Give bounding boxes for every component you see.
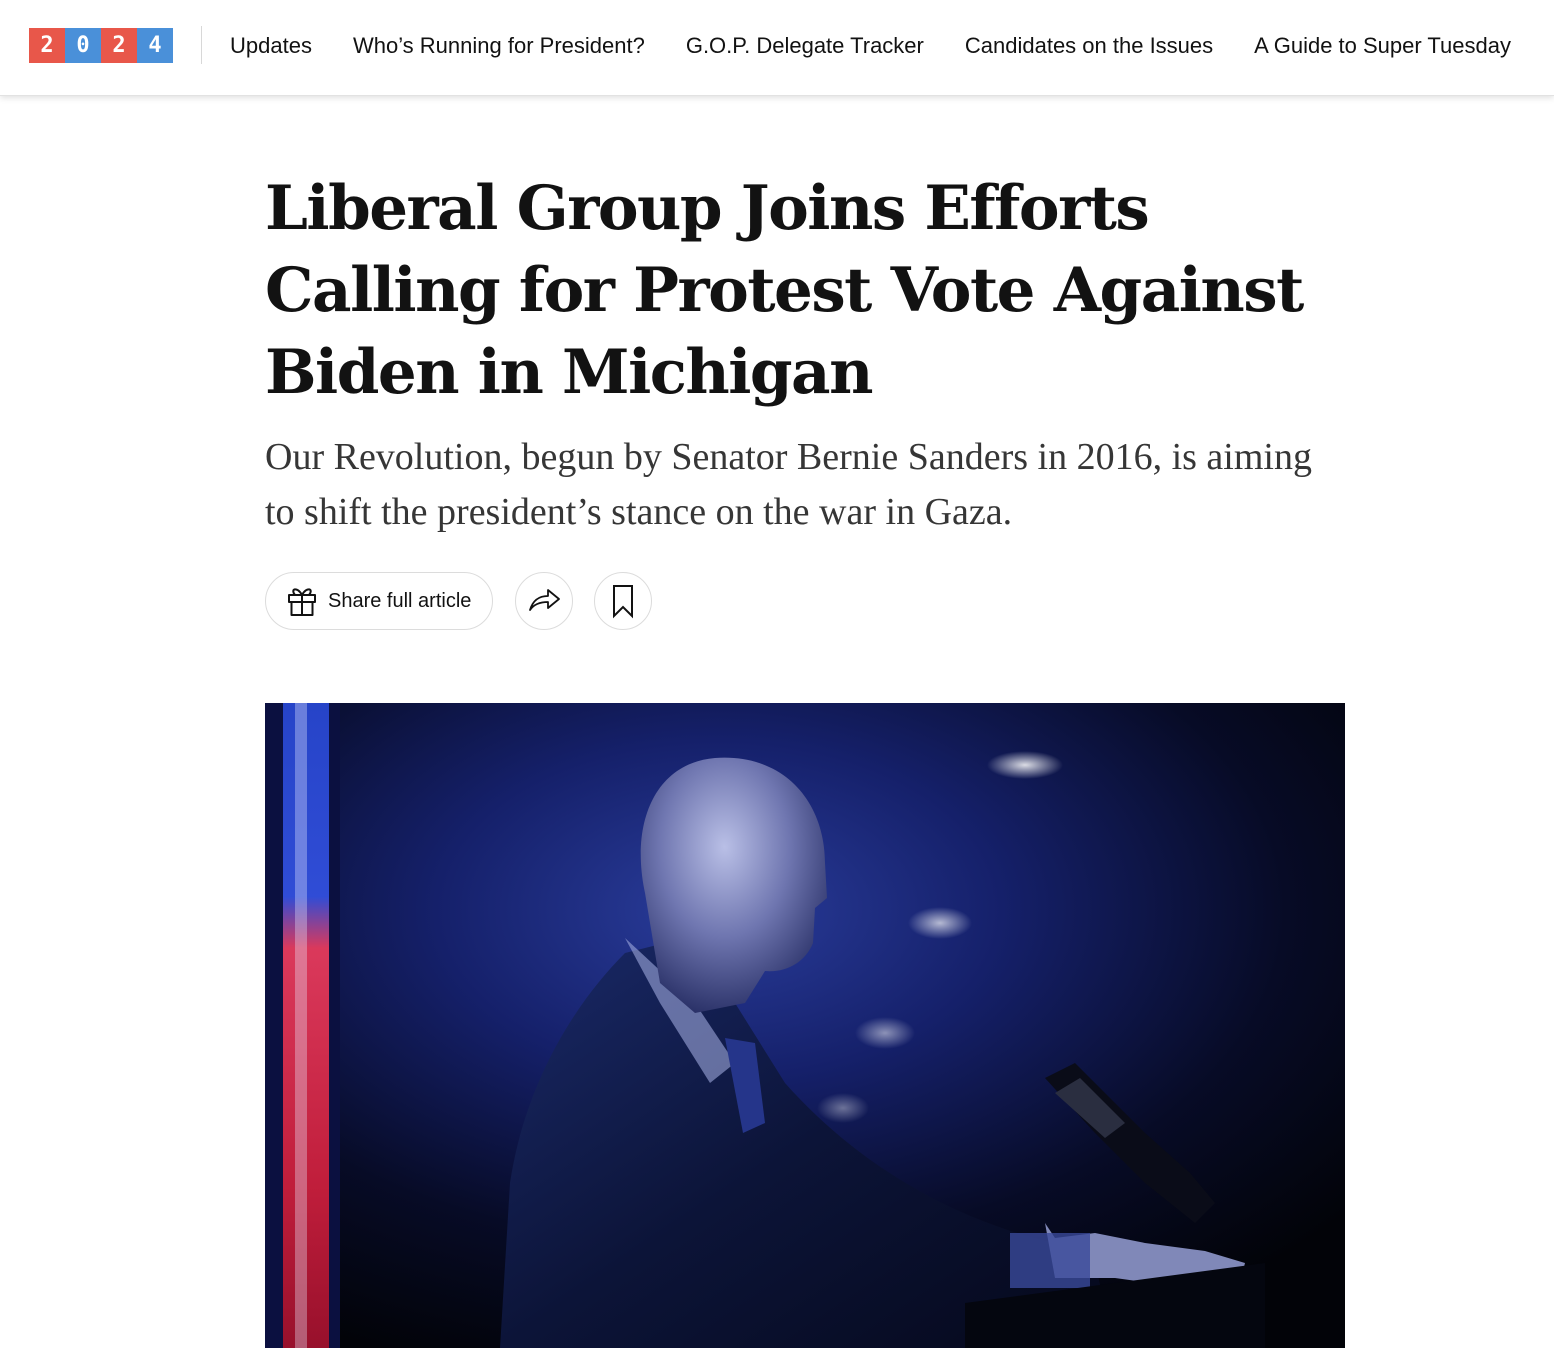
nav-item-whos-running[interactable]: Who’s Running for President? xyxy=(353,33,645,59)
nav-item-super-tuesday-guide[interactable]: A Guide to Super Tuesday xyxy=(1254,33,1511,59)
section-header: 2 0 2 4 Updates Who’s Running for Presid… xyxy=(0,0,1554,96)
nav-item-delegate-tracker[interactable]: G.O.P. Delegate Tracker xyxy=(686,33,924,59)
logo-digit: 0 xyxy=(65,28,101,63)
nav-item-updates[interactable]: Updates xyxy=(230,33,312,59)
bookmark-icon xyxy=(608,583,638,619)
nav-item-candidates-issues[interactable]: Candidates on the Issues xyxy=(965,33,1213,59)
article-headline: Liberal Group Joins Efforts Calling for … xyxy=(265,173,1304,408)
gift-icon xyxy=(285,584,319,618)
section-nav: Updates Who’s Running for President? G.O… xyxy=(230,0,1552,92)
election-2024-logo[interactable]: 2 0 2 4 xyxy=(29,28,173,63)
lead-photo-illustration xyxy=(265,703,1345,1348)
article-actions: Share full article xyxy=(265,571,652,631)
lead-photo xyxy=(265,703,1345,1348)
save-button[interactable] xyxy=(594,572,652,630)
share-full-article-label: Share full article xyxy=(328,589,472,612)
logo-digit: 2 xyxy=(29,28,65,63)
logo-digit: 2 xyxy=(101,28,137,63)
share-button[interactable] xyxy=(515,572,573,630)
article-summary: Our Revolution, begun by Senator Bernie … xyxy=(265,436,1312,533)
share-full-article-button[interactable]: Share full article xyxy=(265,572,493,630)
share-arrow-icon xyxy=(526,583,562,619)
header-divider xyxy=(201,26,202,64)
logo-digit: 4 xyxy=(137,28,173,63)
